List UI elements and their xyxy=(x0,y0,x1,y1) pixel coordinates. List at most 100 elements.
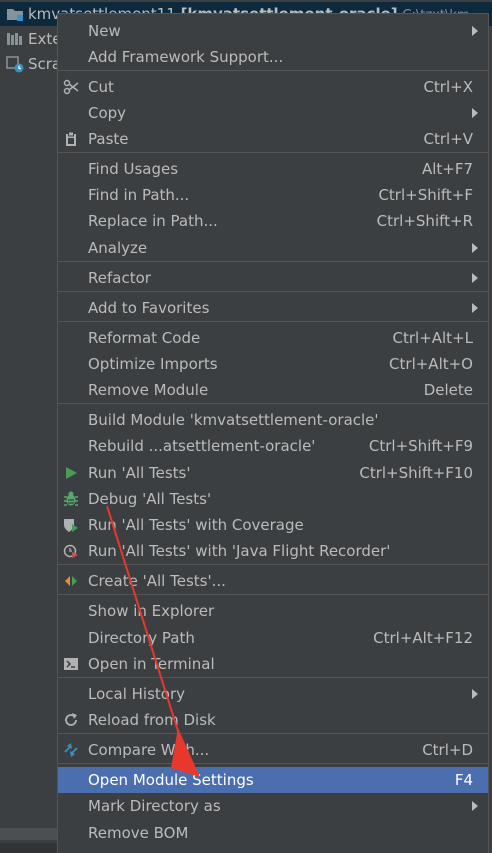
menu-separator xyxy=(58,403,488,404)
menu-item-compare-with[interactable]: Compare With... Ctrl+D xyxy=(58,737,488,763)
menu-item-add-framework-support[interactable]: Add Framework Support... xyxy=(58,44,488,70)
menu-item-analyze[interactable]: Analyze xyxy=(58,235,488,261)
debug-bug-icon xyxy=(62,490,80,508)
menu-item-find-usages[interactable]: Find Usages Alt+F7 xyxy=(58,156,488,182)
menu-item-label: Analyze xyxy=(88,239,148,257)
menu-item-optimize-imports[interactable]: Optimize Imports Ctrl+Alt+O xyxy=(58,351,488,377)
submenu-arrow-icon xyxy=(472,108,478,118)
menu-item-local-history[interactable]: Local History xyxy=(58,681,488,707)
menu-item-copy[interactable]: Copy xyxy=(58,100,488,126)
menu-item-shortcut: Ctrl+Alt+L xyxy=(392,329,474,347)
menu-item-label: Replace in Path... xyxy=(88,212,218,230)
menu-item-label: Add Framework Support... xyxy=(88,48,284,66)
menu-item-label: Mark Directory as xyxy=(88,797,221,815)
run-icon xyxy=(62,464,80,482)
menu-item-shortcut: Ctrl+Shift+F10 xyxy=(359,464,473,482)
status-strip xyxy=(0,843,60,853)
menu-item-label: Remove BOM xyxy=(88,824,189,842)
menu-item-label: Optimize Imports xyxy=(88,355,218,373)
context-menu: New Add Framework Support... Cut Ctrl+X Copy… xyxy=(57,13,489,853)
terminal-icon xyxy=(62,655,80,673)
menu-item-label: Rebuild ...atsettlement-oracle' xyxy=(88,437,316,455)
menu-item-shortcut: Ctrl+Alt+O xyxy=(389,355,473,373)
menu-item-remove-module[interactable]: Remove Module Delete xyxy=(58,377,488,403)
menu-item-run-all-tests-with-coverage[interactable]: Run 'All Tests' with Coverage xyxy=(58,512,488,538)
menu-item-shortcut: Ctrl+X xyxy=(423,78,473,96)
menu-item-run-all-tests[interactable]: Run 'All Tests' Ctrl+Shift+F10 xyxy=(58,460,488,486)
menu-item-shortcut: Alt+F7 xyxy=(421,160,473,178)
menu-item-paste[interactable]: Paste Ctrl+V xyxy=(58,126,488,152)
menu-item-create-all-tests[interactable]: Create 'All Tests'... xyxy=(58,568,488,594)
menu-item-label: Paste xyxy=(88,130,129,148)
menu-item-reformat-code[interactable]: Reformat Code Ctrl+Alt+L xyxy=(58,325,488,351)
menu-item-label: Reformat Code xyxy=(88,329,201,347)
menu-item-shortcut: Ctrl+V xyxy=(423,130,473,148)
menu-item-label: Show in Explorer xyxy=(88,602,215,620)
submenu-arrow-icon xyxy=(472,801,478,811)
menu-item-label: Remove Module xyxy=(88,381,209,399)
menu-item-shortcut: Ctrl+Shift+F9 xyxy=(368,437,473,455)
menu-item-shortcut: F4 xyxy=(454,771,473,789)
menu-item-shortcut: Ctrl+Alt+F12 xyxy=(373,629,473,647)
menu-item-label: Refactor xyxy=(88,269,151,287)
tree-row-scratches[interactable]: Scra xyxy=(0,52,61,76)
menu-item-shortcut: Ctrl+Shift+F xyxy=(378,186,473,204)
menu-item-label: Copy xyxy=(88,104,127,122)
menu-separator xyxy=(58,564,488,565)
menu-item-label: Create 'All Tests'... xyxy=(88,572,226,590)
menu-item-open-in-terminal[interactable]: Open in Terminal xyxy=(58,651,488,677)
compare-icon xyxy=(62,741,80,759)
submenu-arrow-icon xyxy=(472,273,478,283)
menu-item-shortcut: Delete xyxy=(423,381,473,399)
menu-separator xyxy=(58,70,488,71)
submenu-arrow-icon xyxy=(472,303,478,313)
submenu-arrow-icon xyxy=(472,689,478,699)
menu-item-new[interactable]: New xyxy=(58,18,488,44)
menu-item-label: Find in Path... xyxy=(88,186,190,204)
menu-separator xyxy=(58,763,488,764)
menu-item-run-all-tests-with-java-flight-recorder[interactable]: Run 'All Tests' with 'Java Flight Record… xyxy=(58,538,488,564)
menu-separator xyxy=(58,291,488,292)
menu-item-mark-directory-as[interactable]: Mark Directory as xyxy=(58,793,488,819)
menu-item-show-in-explorer[interactable]: Show in Explorer xyxy=(58,598,488,624)
menu-item-add-to-favorites[interactable]: Add to Favorites xyxy=(58,295,488,321)
module-folder-icon xyxy=(6,5,24,23)
library-icon xyxy=(6,30,24,48)
menu-item-label: Debug 'All Tests' xyxy=(88,490,212,508)
menu-separator xyxy=(58,677,488,678)
horizontal-scrollbar[interactable] xyxy=(0,828,60,840)
menu-item-label: Directory Path xyxy=(88,629,195,647)
menu-item-replace-in-path[interactable]: Replace in Path... Ctrl+Shift+R xyxy=(58,208,488,234)
tree-row-external-libraries[interactable]: Exte xyxy=(0,27,61,51)
submenu-arrow-icon xyxy=(472,243,478,253)
menu-item-label: New xyxy=(88,22,121,40)
create-config-icon xyxy=(62,572,80,590)
menu-item-label: Run 'All Tests' with 'Java Flight Record… xyxy=(88,542,391,560)
profiler-icon xyxy=(62,542,80,560)
menu-item-label: Find Usages xyxy=(88,160,179,178)
menu-item-remove-bom[interactable]: Remove BOM xyxy=(58,820,488,846)
menu-item-label: Cut xyxy=(88,78,114,96)
menu-separator xyxy=(58,594,488,595)
menu-separator xyxy=(58,733,488,734)
menu-item-build-module-kmvatsettlement-oracle[interactable]: Build Module 'kmvatsettlement-oracle' xyxy=(58,407,488,433)
reload-icon xyxy=(62,711,80,729)
menu-item-label: Local History xyxy=(88,685,186,703)
menu-item-directory-path[interactable]: Directory Path Ctrl+Alt+F12 xyxy=(58,625,488,651)
menu-item-label: Add to Favorites xyxy=(88,299,210,317)
menu-item-find-in-path[interactable]: Find in Path... Ctrl+Shift+F xyxy=(58,182,488,208)
menu-item-label: Compare With... xyxy=(88,741,210,759)
menu-item-open-module-settings[interactable]: Open Module Settings F4 xyxy=(58,767,488,793)
submenu-arrow-icon xyxy=(472,26,478,36)
menu-item-shortcut: Ctrl+Shift+R xyxy=(376,212,473,230)
menu-item-reload-from-disk[interactable]: Reload from Disk xyxy=(58,707,488,733)
menu-item-cut[interactable]: Cut Ctrl+X xyxy=(58,74,488,100)
menu-item-debug-all-tests[interactable]: Debug 'All Tests' xyxy=(58,486,488,512)
menu-item-label: Run 'All Tests' xyxy=(88,464,191,482)
menu-item-label: Build Module 'kmvatsettlement-oracle' xyxy=(88,411,379,429)
menu-item-refactor[interactable]: Refactor xyxy=(58,265,488,291)
clipboard-icon xyxy=(62,130,80,148)
menu-item-shortcut: Ctrl+D xyxy=(422,741,473,759)
menu-item-rebuild-atsettlement-oracle[interactable]: Rebuild ...atsettlement-oracle' Ctrl+Shif… xyxy=(58,433,488,459)
menu-item-label: Reload from Disk xyxy=(88,711,216,729)
